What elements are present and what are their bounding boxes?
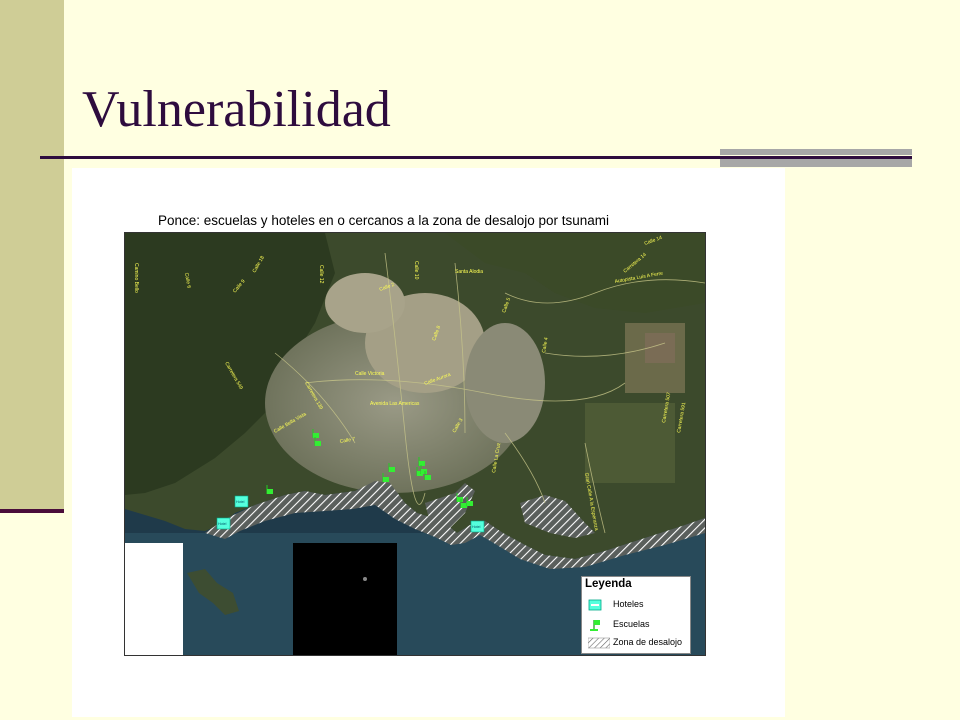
hatch-icon	[588, 637, 610, 649]
legend-row-hotels: Hoteles	[586, 598, 688, 614]
legend-row-schools: Escuelas	[586, 618, 688, 634]
road-label: Santa Alodia	[455, 269, 483, 275]
side-decor-bar	[0, 0, 64, 512]
road-label: Calle 10	[413, 261, 419, 280]
legend-label-zone: Zona de desalojo	[613, 637, 683, 647]
road-label: Calle Victoria	[355, 371, 385, 377]
map-legend: Leyenda Hoteles Escuelas Zona de desaloj…	[581, 576, 691, 654]
hotel-marker: Hotel	[216, 517, 231, 530]
svg-text:Hotel: Hotel	[236, 500, 245, 504]
title-rule-accent	[720, 159, 912, 167]
road-label: Calle 12	[318, 265, 324, 284]
slide-title: Vulnerabilidad	[82, 81, 391, 138]
hotel-icon	[588, 599, 602, 611]
svg-text:Hotel: Hotel	[472, 525, 481, 529]
hotel-marker: Hotel	[470, 520, 485, 533]
side-decor-line	[0, 509, 64, 513]
legend-row-zone: Zona de desalojo	[586, 636, 688, 652]
title-rule-accent	[720, 149, 912, 155]
road-label: Camino Bello	[133, 263, 139, 293]
legend-label-schools: Escuelas	[613, 619, 650, 629]
hotel-marker: Hotel	[234, 495, 249, 508]
road-label: Avenida Las Americas	[370, 401, 420, 407]
svg-text:Hotel: Hotel	[218, 522, 227, 526]
legend-title: Leyenda	[585, 578, 632, 590]
legend-label-hotels: Hoteles	[613, 599, 644, 609]
map-title: Ponce: escuelas y hoteles en o cercanos …	[158, 213, 610, 228]
school-flag-icon	[590, 620, 600, 631]
